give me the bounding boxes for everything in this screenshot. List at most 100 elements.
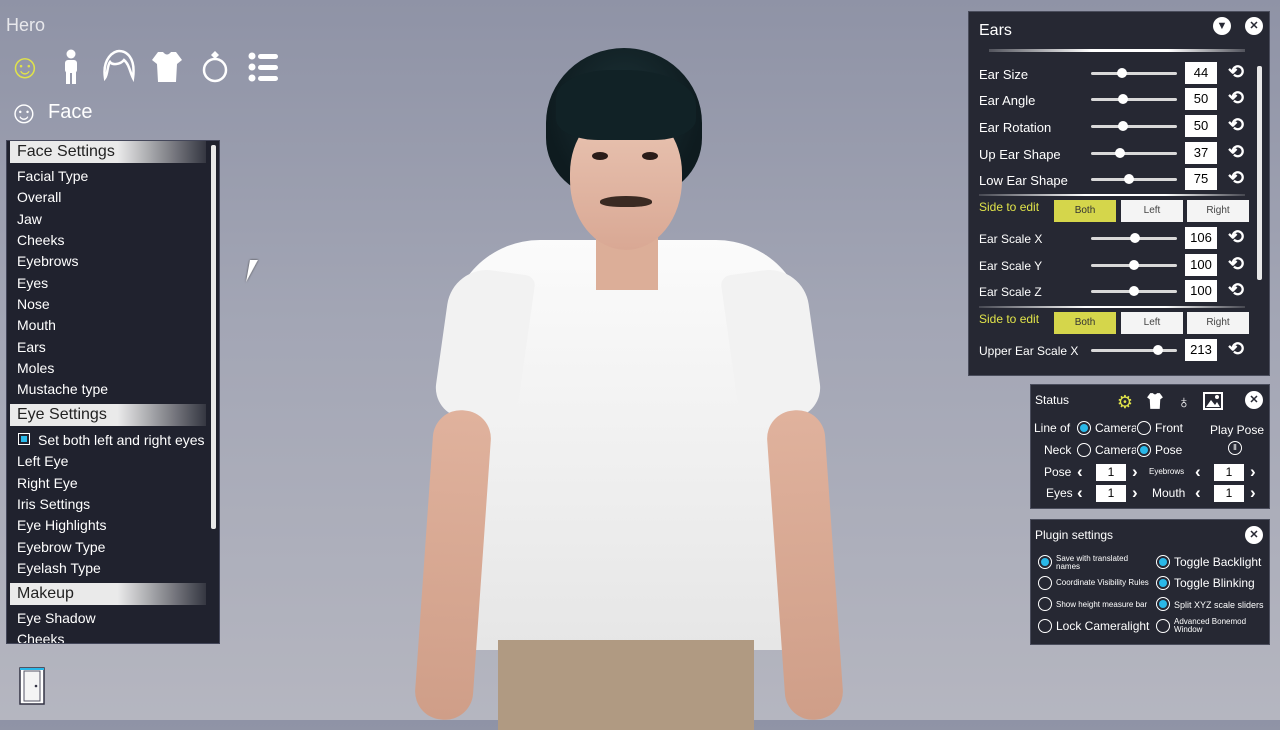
pose-next-icon[interactable]: › bbox=[1132, 463, 1138, 481]
menu-item-nose[interactable]: Nose bbox=[17, 295, 50, 313]
menu-item-eyebrow-type[interactable]: Eyebrow Type bbox=[17, 538, 105, 556]
body-icon[interactable] bbox=[52, 48, 90, 86]
ear-size-value[interactable]: 44 bbox=[1185, 62, 1217, 84]
accessory-icon[interactable] bbox=[196, 48, 234, 86]
menu-item-overall[interactable]: Overall bbox=[17, 188, 61, 206]
image-icon[interactable] bbox=[1202, 391, 1224, 413]
split-xyz-toggle[interactable] bbox=[1156, 597, 1170, 611]
toggle-backlight-toggle[interactable] bbox=[1156, 555, 1170, 569]
toggle-blinking-toggle[interactable] bbox=[1156, 576, 1170, 590]
ear-scale-z-value[interactable]: 100 bbox=[1185, 280, 1217, 302]
menu-item-eyebrows[interactable]: Eyebrows bbox=[17, 252, 78, 270]
menu-item-eye-shadow[interactable]: Eye Shadow bbox=[17, 609, 96, 627]
menu-item-ears[interactable]: Ears bbox=[17, 338, 46, 356]
close-icon[interactable]: ✕ bbox=[1245, 17, 1263, 35]
menu-item-facial-type[interactable]: Facial Type bbox=[17, 167, 88, 185]
eyebrows-value[interactable]: 1 bbox=[1214, 464, 1244, 481]
menu-item-cheeks[interactable]: Cheeks bbox=[17, 231, 64, 249]
ear-angle-value[interactable]: 50 bbox=[1185, 88, 1217, 110]
coordinate-visibility-toggle[interactable] bbox=[1038, 576, 1052, 590]
ear-scale-x-value[interactable]: 106 bbox=[1185, 227, 1217, 249]
ear-scale-y-value[interactable]: 100 bbox=[1185, 254, 1217, 276]
slider-knob[interactable] bbox=[1115, 148, 1126, 158]
menu-item-moles[interactable]: Moles bbox=[17, 359, 54, 377]
set-both-eyes-checkbox[interactable] bbox=[18, 433, 30, 445]
close-icon[interactable]: ✕ bbox=[1245, 391, 1263, 409]
menu-item-iris-settings[interactable]: Iris Settings bbox=[17, 495, 90, 513]
ear-scale-y-slider[interactable] bbox=[1091, 260, 1177, 270]
menu-item-jaw[interactable]: Jaw bbox=[17, 210, 42, 228]
slider-knob[interactable] bbox=[1129, 260, 1139, 270]
line-of-front-radio[interactable] bbox=[1137, 421, 1151, 435]
close-icon[interactable]: ✕ bbox=[1245, 526, 1263, 544]
eyes-value[interactable]: 1 bbox=[1096, 485, 1126, 502]
clothes-icon[interactable] bbox=[148, 48, 186, 86]
pose-prev-icon[interactable]: ‹ bbox=[1077, 463, 1083, 481]
ear-angle-slider[interactable] bbox=[1091, 94, 1177, 104]
menu-item-eyes[interactable]: Eyes bbox=[17, 274, 48, 292]
slider-knob[interactable] bbox=[1118, 94, 1129, 104]
reset-icon[interactable]: ⟲ bbox=[1225, 339, 1247, 361]
slider-knob[interactable] bbox=[1153, 345, 1164, 355]
face-panel-scrollbar[interactable] bbox=[211, 145, 216, 529]
line-of-camera-radio[interactable] bbox=[1077, 421, 1091, 435]
save-translated-toggle[interactable] bbox=[1038, 555, 1052, 569]
slider-knob[interactable] bbox=[1123, 174, 1134, 184]
pause-icon[interactable]: Ⅱ bbox=[1228, 441, 1242, 455]
height-bar-toggle[interactable] bbox=[1038, 597, 1052, 611]
low-ear-shape-value[interactable]: 75 bbox=[1185, 168, 1217, 190]
upper-ear-scale-x-slider[interactable] bbox=[1091, 345, 1177, 355]
advanced-bonemod-toggle[interactable] bbox=[1156, 619, 1170, 633]
reset-icon[interactable]: ⟲ bbox=[1225, 142, 1247, 164]
side-right-button[interactable]: Right bbox=[1187, 312, 1249, 334]
menu-item-cheeks-makeup[interactable]: Cheeks bbox=[17, 630, 64, 643]
ear-rotation-slider[interactable] bbox=[1091, 121, 1177, 131]
up-ear-shape-slider[interactable] bbox=[1091, 148, 1177, 158]
ear-rotation-value[interactable]: 50 bbox=[1185, 115, 1217, 137]
reset-icon[interactable]: ⟲ bbox=[1225, 62, 1247, 84]
mouth-next-icon[interactable]: › bbox=[1250, 484, 1256, 502]
pose-value[interactable]: 1 bbox=[1096, 464, 1126, 481]
eyes-next-icon[interactable]: › bbox=[1132, 484, 1138, 502]
side-both-button[interactable]: Both bbox=[1054, 200, 1116, 222]
list-icon[interactable] bbox=[244, 48, 282, 86]
slider-knob[interactable] bbox=[1118, 121, 1129, 131]
menu-item-left-eye[interactable]: Left Eye bbox=[17, 452, 68, 470]
neck-camera-radio[interactable] bbox=[1077, 443, 1091, 457]
side-left-button[interactable]: Left bbox=[1121, 200, 1183, 222]
hair-icon[interactable] bbox=[100, 48, 138, 86]
clothes-icon[interactable] bbox=[1144, 391, 1166, 413]
eyebrows-next-icon[interactable]: › bbox=[1250, 463, 1256, 481]
ear-scale-x-slider[interactable] bbox=[1091, 233, 1177, 243]
menu-item-mouth[interactable]: Mouth bbox=[17, 316, 56, 334]
gear-icon[interactable]: ⚙ bbox=[1114, 391, 1136, 413]
menu-item-eyelash-type[interactable]: Eyelash Type bbox=[17, 559, 101, 577]
slider-knob[interactable] bbox=[1129, 286, 1139, 296]
exit-door-icon[interactable] bbox=[18, 666, 46, 706]
lock-cameralight-toggle[interactable] bbox=[1038, 619, 1052, 633]
reset-icon[interactable]: ⟲ bbox=[1225, 88, 1247, 110]
eyes-prev-icon[interactable]: ‹ bbox=[1077, 484, 1083, 502]
reset-icon[interactable]: ⟲ bbox=[1225, 280, 1247, 302]
low-ear-shape-slider[interactable] bbox=[1091, 174, 1177, 184]
mouth-value[interactable]: 1 bbox=[1214, 485, 1244, 502]
ears-panel-scrollbar[interactable] bbox=[1257, 66, 1262, 280]
collapse-icon[interactable]: ▼ bbox=[1213, 17, 1231, 35]
neck-pose-radio[interactable] bbox=[1137, 443, 1151, 457]
eyebrows-prev-icon[interactable]: ‹ bbox=[1195, 463, 1201, 481]
reset-icon[interactable]: ⟲ bbox=[1225, 168, 1247, 190]
face-icon[interactable]: ☺ bbox=[6, 48, 44, 86]
side-right-button[interactable]: Right bbox=[1187, 200, 1249, 222]
menu-item-right-eye[interactable]: Right Eye bbox=[17, 474, 78, 492]
side-both-button[interactable]: Both bbox=[1054, 312, 1116, 334]
reset-icon[interactable]: ⟲ bbox=[1225, 227, 1247, 249]
menu-item-mustache-type[interactable]: Mustache type bbox=[17, 380, 108, 398]
accessory-icon[interactable]: ♁ bbox=[1173, 391, 1195, 413]
menu-item-eye-highlights[interactable]: Eye Highlights bbox=[17, 516, 107, 534]
ear-scale-z-slider[interactable] bbox=[1091, 286, 1177, 296]
upper-ear-scale-x-value[interactable]: 213 bbox=[1185, 339, 1217, 361]
slider-knob[interactable] bbox=[1130, 233, 1141, 243]
mouth-prev-icon[interactable]: ‹ bbox=[1195, 484, 1201, 502]
slider-knob[interactable] bbox=[1116, 68, 1127, 78]
ear-size-slider[interactable] bbox=[1091, 68, 1177, 78]
